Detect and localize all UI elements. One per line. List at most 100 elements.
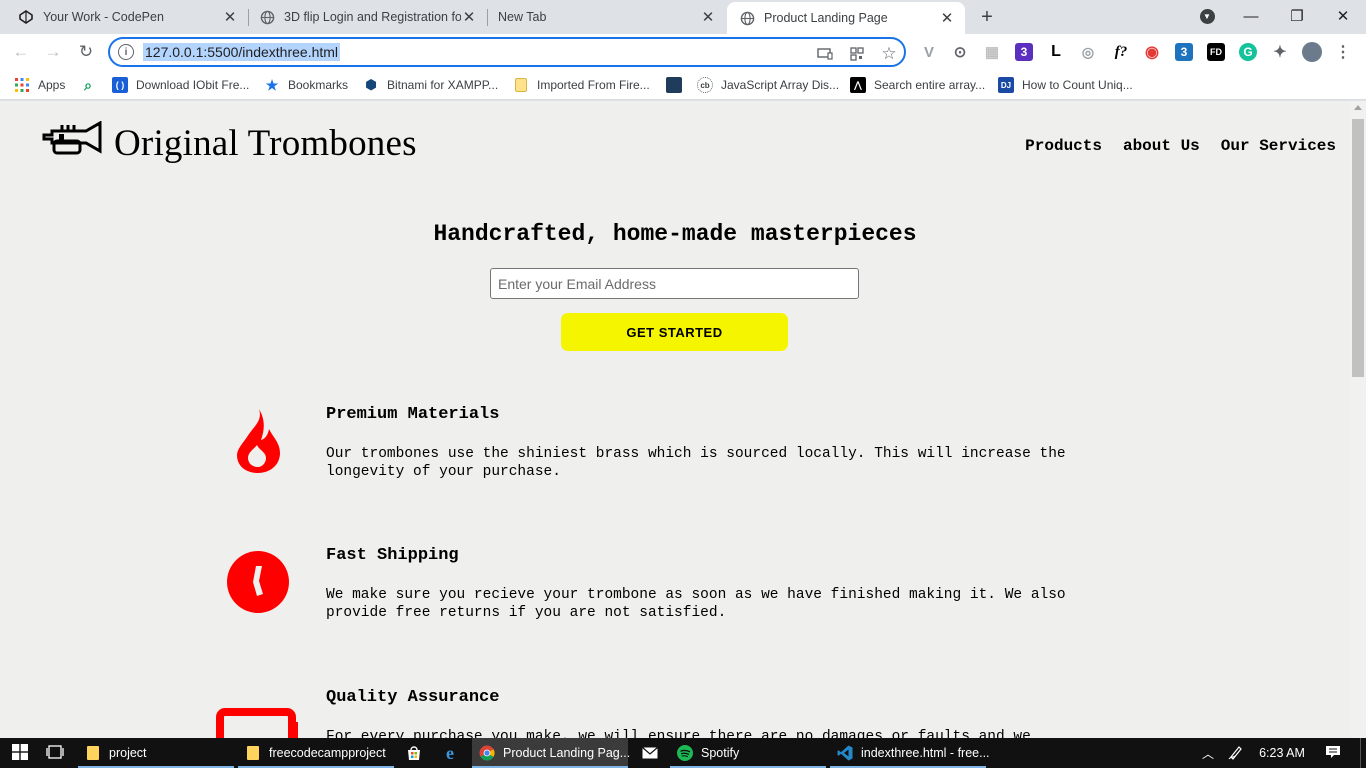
iobit-icon: ( ) <box>112 77 128 93</box>
nav-link-products[interactable]: Products <box>1025 137 1102 155</box>
bookmark-site[interactable] <box>666 76 690 94</box>
show-desktop-button[interactable] <box>1360 738 1366 768</box>
taskbar-item-chrome[interactable]: Product Landing Pag... <box>472 738 631 768</box>
tab-codepen[interactable]: Your Work - CodePen ✕ <box>0 0 248 34</box>
scrollbar-thumb[interactable] <box>1352 119 1364 377</box>
bookmark-iobit[interactable]: ( ) Download IObit Fre... <box>112 76 249 94</box>
taskbar-item-spotify[interactable]: Spotify <box>670 738 826 768</box>
tab-close-icon[interactable]: ✕ <box>222 9 238 26</box>
bookmark-label: Download IObit Fre... <box>136 78 250 92</box>
tab-title: 3D flip Login and Registration fo <box>284 10 461 24</box>
mail-icon <box>642 745 658 761</box>
extension-css-icon[interactable]: 3 <box>1175 43 1193 61</box>
extension-fx-icon[interactable]: f? <box>1110 43 1132 61</box>
cast-icon[interactable] <box>816 45 834 63</box>
windows-logo-icon <box>12 743 28 763</box>
extensions-puzzle-icon[interactable]: ✦ <box>1271 43 1289 61</box>
apps-grid-icon <box>14 77 30 93</box>
taskbar-item-vscode[interactable]: indexthree.html - free... <box>830 738 990 768</box>
tab-3d-flip[interactable]: 3D flip Login and Registration fo ✕ <box>249 0 487 34</box>
bookmark-bitnami[interactable]: ⬢ Bitnami for XAMPP... <box>363 76 498 94</box>
trumpet-icon <box>42 120 102 166</box>
nav-link-our-services[interactable]: Our Services <box>1221 137 1336 155</box>
bookmark-label: Bitnami for XAMPP... <box>387 78 499 92</box>
new-tab-button[interactable]: + <box>976 6 998 28</box>
notification-icon <box>1325 745 1341 762</box>
bookmark-search-array[interactable]: ⋀ Search entire array... <box>850 76 985 94</box>
taskbar-label: Product Landing Pag... <box>503 746 631 760</box>
address-url[interactable]: 127.0.0.1:5500/indexthree.html <box>143 43 341 61</box>
tab-new-tab[interactable]: New Tab ✕ <box>488 0 726 34</box>
windows-taskbar: project freecodecampproject e Product La… <box>0 738 1366 768</box>
restore-button[interactable]: ❐ <box>1274 0 1320 32</box>
email-input[interactable] <box>490 268 859 299</box>
bookmark-label: Apps <box>38 78 66 92</box>
bookmark-bookmarks[interactable]: ★ Bookmarks <box>264 76 348 94</box>
back-button[interactable]: ← <box>8 39 34 65</box>
bookmark-imported-folder[interactable]: Imported From Fire... <box>513 76 650 94</box>
folder-icon <box>513 77 529 93</box>
reload-button[interactable]: ↻ <box>73 39 99 65</box>
close-window-button[interactable]: ✕ <box>1320 0 1366 32</box>
tab-close-icon[interactable]: ✕ <box>939 10 955 27</box>
clock[interactable]: 6:23 AM <box>1252 738 1312 768</box>
feature-text: We make sure you recieve your trombone a… <box>326 587 1066 621</box>
bookmarks-bar: Apps ⌕ ( ) Download IObit Fre... ★ Bookm… <box>0 70 1366 100</box>
js-site-icon: cb <box>697 77 713 93</box>
nav-link-about-us[interactable]: about Us <box>1123 137 1200 155</box>
start-button[interactable] <box>8 738 32 768</box>
taskbar-label: Spotify <box>701 746 740 760</box>
page-viewport: Original Trombones Products about Us Our… <box>0 101 1350 738</box>
taskbar-item-edge[interactable]: e <box>438 738 462 768</box>
address-bar[interactable]: i 127.0.0.1:5500/indexthree.html ☆ <box>108 37 906 67</box>
extension-l-icon[interactable]: L <box>1047 43 1065 61</box>
extension-color-icon[interactable]: ◉ <box>1143 43 1161 61</box>
scroll-up-arrow-icon[interactable] <box>1354 105 1362 110</box>
tab-close-icon[interactable]: ✕ <box>461 9 477 26</box>
folder-icon <box>85 745 101 761</box>
extension-grammarly-icon[interactable]: G <box>1239 43 1257 61</box>
extension-target-icon[interactable]: ◎ <box>1079 43 1097 61</box>
extension-badge-icon[interactable]: 3 <box>1015 43 1033 61</box>
get-started-button[interactable]: GET STARTED <box>561 313 788 351</box>
bookmark-label: Imported From Fire... <box>537 78 650 92</box>
taskbar-item-mail[interactable] <box>638 738 662 768</box>
tab-close-icon[interactable]: ✕ <box>700 9 716 26</box>
menu-dots-icon[interactable]: ⋮ <box>1334 43 1352 61</box>
taskbar-item-store[interactable] <box>402 738 426 768</box>
action-center-button[interactable] <box>1322 738 1344 768</box>
pen-workspace-button[interactable] <box>1226 738 1246 768</box>
extension-vue-icon[interactable]: V <box>920 43 938 61</box>
feature-text: For every purchase you make, we will ens… <box>326 729 1031 738</box>
extension-grid-icon[interactable]: ▦ <box>983 43 1001 61</box>
show-hidden-icons-button[interactable]: ︿ <box>1198 738 1218 768</box>
minimize-button[interactable]: — <box>1228 0 1274 32</box>
task-view-button[interactable] <box>44 738 66 768</box>
extension-fd-icon[interactable]: FD <box>1207 43 1225 61</box>
star-icon: ★ <box>265 76 279 93</box>
bookmark-star-icon[interactable]: ☆ <box>880 44 898 63</box>
bookmark-magnifier[interactable]: ⌕ <box>80 76 104 94</box>
taskbar-item-freecodecampproject[interactable]: freecodecampproject <box>238 738 394 768</box>
vscode-icon <box>837 745 853 761</box>
feature-title: Premium Materials <box>326 405 500 424</box>
bookmark-apps[interactable]: Apps <box>14 76 65 94</box>
page-scrollbar[interactable] <box>1350 101 1366 738</box>
clock-time: 6:23 AM <box>1259 746 1305 760</box>
tab-product-landing-page[interactable]: Product Landing Page ✕ <box>727 2 965 34</box>
tab-title: Your Work - CodePen <box>43 10 164 24</box>
avatar[interactable] <box>1302 42 1322 62</box>
brand-logo[interactable]: Original Trombones <box>42 120 417 166</box>
hero-title: Handcrafted, home-made masterpieces <box>433 221 917 247</box>
tab-search-button[interactable]: ▼ <box>1184 0 1230 32</box>
taskbar-item-project[interactable]: project <box>78 738 234 768</box>
fire-icon <box>210 401 306 481</box>
info-icon[interactable]: i <box>118 44 134 60</box>
chrome-icon <box>479 745 495 761</box>
bookmark-count-unique[interactable]: DJ How to Count Uniq... <box>998 76 1133 94</box>
qr-code-icon[interactable] <box>848 45 866 63</box>
forward-button[interactable]: → <box>40 39 66 65</box>
bookmark-label: JavaScript Array Dis... <box>721 78 840 92</box>
extension-circle-icon[interactable]: ⊙ <box>951 43 969 61</box>
bookmark-javascript-array[interactable]: cb JavaScript Array Dis... <box>697 76 839 94</box>
